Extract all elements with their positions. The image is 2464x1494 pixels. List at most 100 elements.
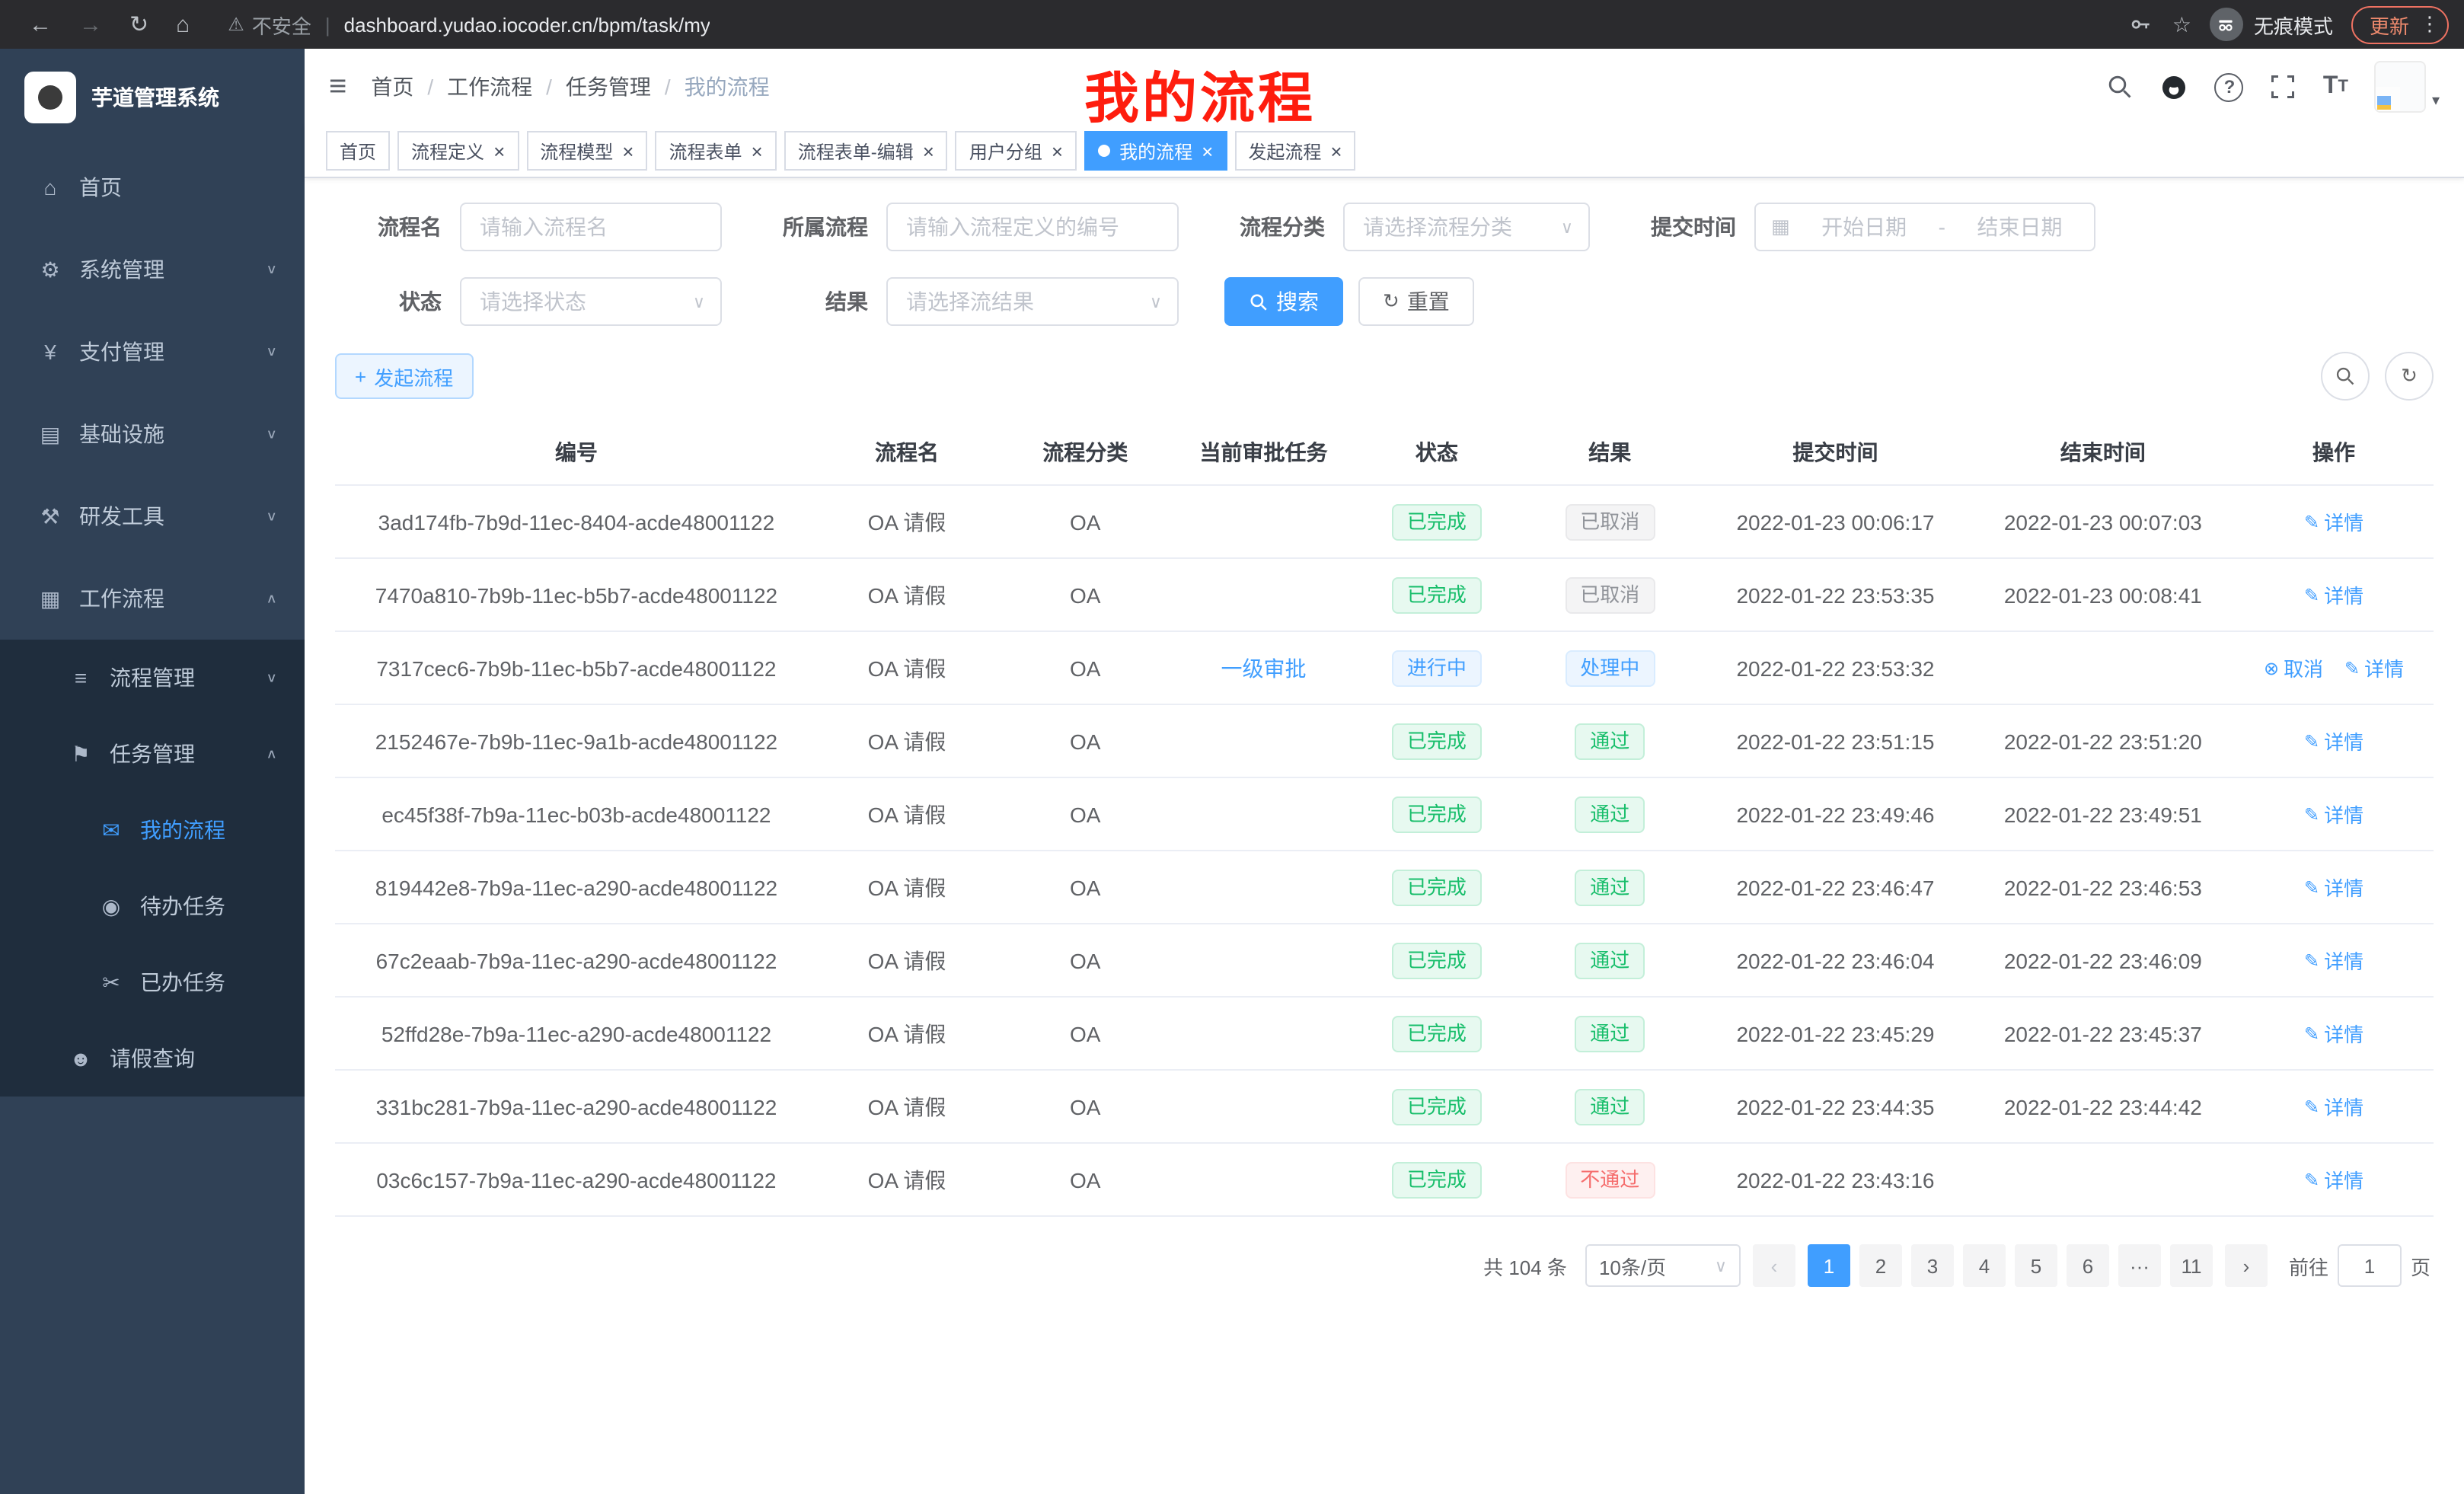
dev-tools-icon: ⚒ [34, 503, 67, 529]
prev-page-button[interactable]: ‹ [1753, 1244, 1795, 1287]
detail-link[interactable]: ✎ 详情 [2344, 653, 2404, 682]
sidebar-item[interactable]: ▦ 工作流程 ∧ [0, 557, 305, 640]
sidebar-item[interactable]: ▤ 基础设施 ∨ [0, 393, 305, 475]
page-button[interactable]: 5 [2015, 1244, 2057, 1287]
breadcrumb-item[interactable]: 任务管理 / [566, 72, 685, 102]
sidebar-item[interactable]: ⚒ 研发工具 ∨ [0, 475, 305, 557]
page-button[interactable]: 4 [1963, 1244, 2006, 1287]
annotation-overlay: 我的流程 [1084, 55, 1316, 134]
page-button[interactable]: 1 [1808, 1244, 1850, 1287]
back-icon[interactable]: ← [29, 11, 52, 37]
help-icon[interactable]: ? [2215, 72, 2244, 101]
process-id-input[interactable] [886, 203, 1179, 251]
cell-submit-time: 2022-01-22 23:53:32 [1699, 631, 1971, 704]
detail-link[interactable]: ✎ 详情 [2304, 507, 2363, 536]
page-button[interactable]: 3 [1911, 1244, 1954, 1287]
tab[interactable]: 流程表单-编辑 × [784, 131, 948, 171]
detail-link[interactable]: ✎ 详情 [2304, 946, 2363, 975]
toggle-search-button[interactable] [2321, 352, 2370, 401]
forward-icon[interactable]: → [79, 11, 102, 37]
address-bar[interactable]: ⚠ 不安全 | dashboard.yudao.iocoder.cn/bpm/t… [203, 10, 2111, 39]
edit-icon: ✎ [2304, 876, 2319, 898]
sidebar-item[interactable]: ✂ 已办任务 [0, 944, 305, 1020]
tab[interactable]: 流程模型 × [526, 131, 647, 171]
breadcrumb-item[interactable]: 工作流程 / [447, 72, 566, 102]
detail-link[interactable]: ✎ 详情 [2304, 873, 2363, 902]
page-button[interactable]: 2 [1859, 1244, 1902, 1287]
search-button[interactable]: 搜索 [1224, 277, 1343, 326]
close-icon[interactable]: × [1330, 141, 1342, 161]
close-icon[interactable]: × [622, 141, 634, 161]
page-button[interactable]: 11 [2170, 1244, 2213, 1287]
sidebar-item-label: 研发工具 [79, 501, 266, 532]
goto-page-input[interactable] [2338, 1244, 2402, 1287]
cell-category: OA [996, 1070, 1174, 1143]
date-range-picker[interactable]: ▦ 开始日期 - 结束日期 [1754, 203, 2095, 251]
category-select[interactable]: 请选择流程分类 ∨ [1343, 203, 1590, 251]
cell-result: 处理中 [1521, 631, 1699, 704]
key-icon[interactable] [2130, 12, 2154, 37]
detail-link[interactable]: ✎ 详情 [2304, 726, 2363, 755]
breadcrumb-item[interactable]: 我的流程 / [685, 72, 770, 102]
update-button[interactable]: 更新 ⋮ [2351, 5, 2449, 43]
reset-button[interactable]: ↻ 重置 [1358, 277, 1474, 326]
detail-link[interactable]: ✎ 详情 [2304, 1092, 2363, 1121]
sidebar-item[interactable]: ✉ 我的流程 [0, 792, 305, 868]
page-button[interactable]: 6 [2067, 1244, 2109, 1287]
table-row: 7317cec6-7b9b-11ec-b5b7-acde48001122 OA … [335, 631, 2434, 704]
cancel-link[interactable]: ⊗ 取消 [2264, 653, 2323, 682]
sidebar-item[interactable]: ⚑ 任务管理 ∧ [0, 716, 305, 792]
close-icon[interactable]: × [493, 141, 505, 161]
column-header-actions: 操作 [2234, 420, 2434, 485]
status-select[interactable]: 请选择状态 ∨ [460, 277, 722, 326]
tab[interactable]: 用户分组 × [956, 131, 1077, 171]
page-size-select[interactable]: 10条/页 ∨ [1585, 1244, 1741, 1287]
detail-link[interactable]: ✎ 详情 [2304, 1019, 2363, 1048]
sidebar-item[interactable]: ⚙ 系统管理 ∨ [0, 228, 305, 311]
github-icon[interactable] [2160, 72, 2189, 101]
tab[interactable]: 发起流程 × [1234, 131, 1355, 171]
next-page-button[interactable]: › [2225, 1244, 2268, 1287]
browser-home-icon[interactable]: ⌂ [176, 11, 190, 37]
detail-link[interactable]: ✎ 详情 [2304, 1165, 2363, 1194]
process-name-input[interactable] [460, 203, 722, 251]
close-icon[interactable]: × [923, 141, 934, 161]
page-button[interactable]: ··· [2118, 1244, 2161, 1287]
search-button-label: 搜索 [1276, 286, 1319, 317]
cell-result: 通过 [1521, 924, 1699, 997]
refresh-table-button[interactable]: ↻ [2385, 352, 2434, 401]
browser-menu-icon[interactable]: ⋮ [2420, 12, 2440, 37]
sidebar-item[interactable]: ◉ 待办任务 [0, 868, 305, 944]
tab[interactable]: 流程表单 × [655, 131, 776, 171]
reload-icon[interactable]: ↻ [129, 11, 148, 38]
cell-id: 2152467e-7b9b-11ec-9a1b-acde48001122 [335, 704, 818, 777]
close-icon[interactable]: × [1052, 141, 1063, 161]
fullscreen-icon[interactable] [2270, 73, 2297, 101]
font-size-icon[interactable]: TT [2323, 73, 2348, 101]
sidebar-item[interactable]: ⌂ 首页 [0, 146, 305, 228]
sidebar-item[interactable]: ≡ 流程管理 ∨ [0, 640, 305, 716]
cell-process-name: OA 请假 [818, 997, 996, 1070]
sidebar-item[interactable]: ¥ 支付管理 ∨ [0, 311, 305, 393]
result-select[interactable]: 请选择流结果 ∨ [886, 277, 1179, 326]
breadcrumb-label: 任务管理 [566, 72, 651, 102]
status-badge: 已完成 [1392, 942, 1482, 978]
edit-icon: ✎ [2304, 584, 2319, 605]
tab[interactable]: 首页 × [326, 131, 390, 171]
close-icon[interactable]: × [752, 141, 763, 161]
create-process-button[interactable]: + 发起流程 [335, 353, 473, 399]
close-icon[interactable]: × [1202, 141, 1213, 161]
tab[interactable]: 流程定义 × [397, 131, 519, 171]
cell-id: 52ffd28e-7b9a-11ec-a290-acde48001122 [335, 997, 818, 1070]
tab[interactable]: 我的流程 × [1084, 131, 1227, 171]
search-icon[interactable] [2107, 73, 2134, 101]
current-task-link[interactable]: 一级审批 [1221, 656, 1307, 680]
hamburger-icon[interactable]: ≡ [329, 69, 346, 104]
detail-link[interactable]: ✎ 详情 [2304, 800, 2363, 828]
bookmark-star-icon[interactable]: ☆ [2172, 11, 2191, 37]
cell-end-time [1972, 1143, 2235, 1216]
detail-link[interactable]: ✎ 详情 [2304, 580, 2363, 609]
breadcrumb-item[interactable]: 首页 / [371, 72, 447, 102]
sidebar-item[interactable]: ☻ 请假查询 [0, 1020, 305, 1097]
avatar[interactable]: ▾ [2374, 61, 2440, 113]
